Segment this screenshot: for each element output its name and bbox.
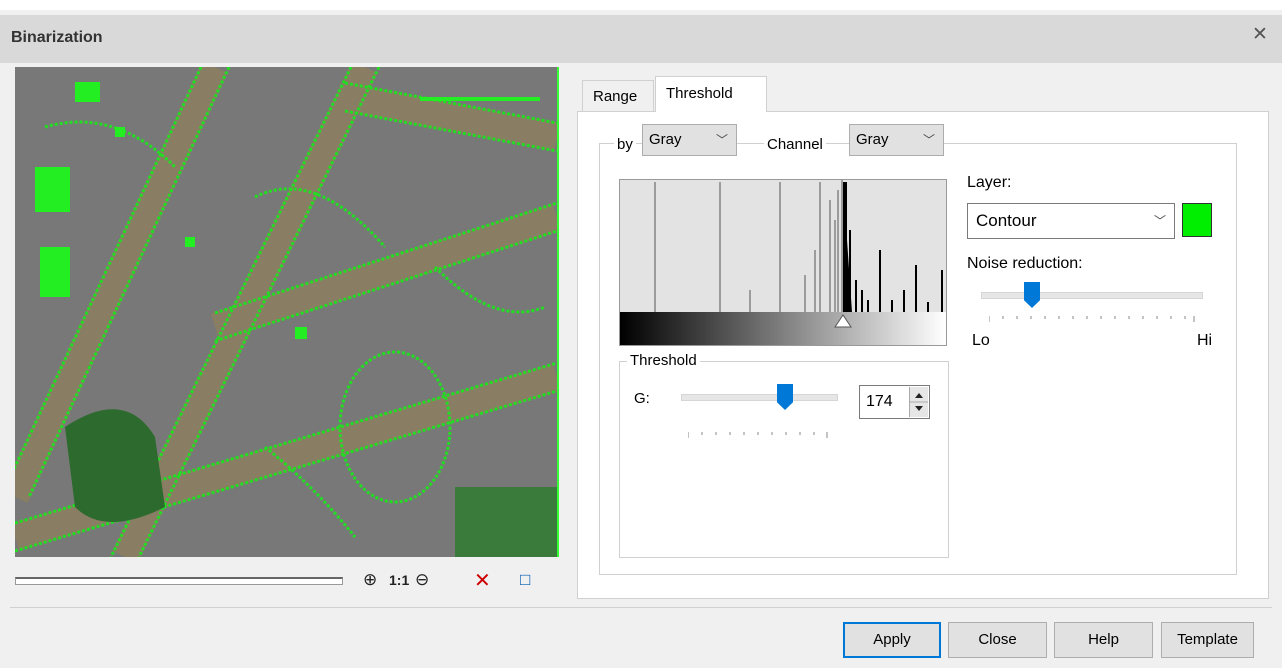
chevron-down-icon: ﹀ <box>715 133 728 147</box>
apply-button[interactable]: Apply <box>843 622 941 658</box>
by-label: by <box>614 136 636 153</box>
by-select[interactable]: Gray ﹀ <box>642 124 737 156</box>
histogram[interactable] <box>619 179 947 346</box>
fit-window-icon[interactable]: □ <box>520 570 530 590</box>
noise-slider-ticks <box>989 316 1195 322</box>
channel-select-value: Gray <box>856 131 889 148</box>
spin-arrows-icon[interactable] <box>910 387 928 417</box>
noise-hi-label: Hi <box>1197 332 1213 349</box>
threshold-value: 174 <box>866 393 893 410</box>
noise-reduction-label: Noise reduction: <box>967 255 1083 272</box>
title-bar: Binarization ✕ <box>0 15 1282 63</box>
zoom-in-icon[interactable]: ⊕ <box>363 570 377 590</box>
clear-icon[interactable]: ✕ <box>474 568 491 593</box>
noise-slider-track[interactable] <box>981 292 1203 299</box>
histogram-chart <box>620 180 946 345</box>
tab-range[interactable]: Range <box>582 80 654 111</box>
divider <box>10 607 1272 608</box>
map-preview-image <box>15 67 557 557</box>
help-button[interactable]: Help <box>1054 622 1153 658</box>
g-label: G: <box>634 390 650 407</box>
chevron-down-icon: ﹀ <box>922 133 935 147</box>
spin-buttons[interactable] <box>909 387 928 417</box>
tab-threshold[interactable]: Threshold <box>655 76 767 112</box>
actual-size-icon[interactable]: 1:1 <box>389 572 409 588</box>
template-button[interactable]: Template <box>1161 622 1254 658</box>
by-select-value: Gray <box>649 131 682 148</box>
channel-select[interactable]: Gray ﹀ <box>849 124 944 156</box>
chevron-down-icon: ﹀ <box>1153 214 1166 228</box>
preview-scrollbar[interactable] <box>15 577 343 585</box>
zoom-out-icon[interactable]: ⊖ <box>415 570 429 590</box>
binarization-preview[interactable] <box>15 67 559 557</box>
layer-select[interactable]: Contour ﹀ <box>967 203 1175 239</box>
layer-color-swatch[interactable] <box>1182 203 1212 237</box>
layer-label: Layer: <box>967 174 1012 191</box>
dialog-title: Binarization <box>11 29 103 46</box>
layer-select-value: Contour <box>976 211 1037 230</box>
channel-label: Channel <box>764 136 826 153</box>
threshold-group-title: Threshold <box>627 352 700 369</box>
threshold-value-spinbox[interactable]: 174 <box>859 385 930 419</box>
noise-lo-label: Lo <box>972 332 990 349</box>
close-icon[interactable]: ✕ <box>1250 25 1270 45</box>
close-button[interactable]: Close <box>948 622 1047 658</box>
g-slider-track[interactable] <box>681 394 838 401</box>
g-slider-ticks <box>688 432 828 438</box>
